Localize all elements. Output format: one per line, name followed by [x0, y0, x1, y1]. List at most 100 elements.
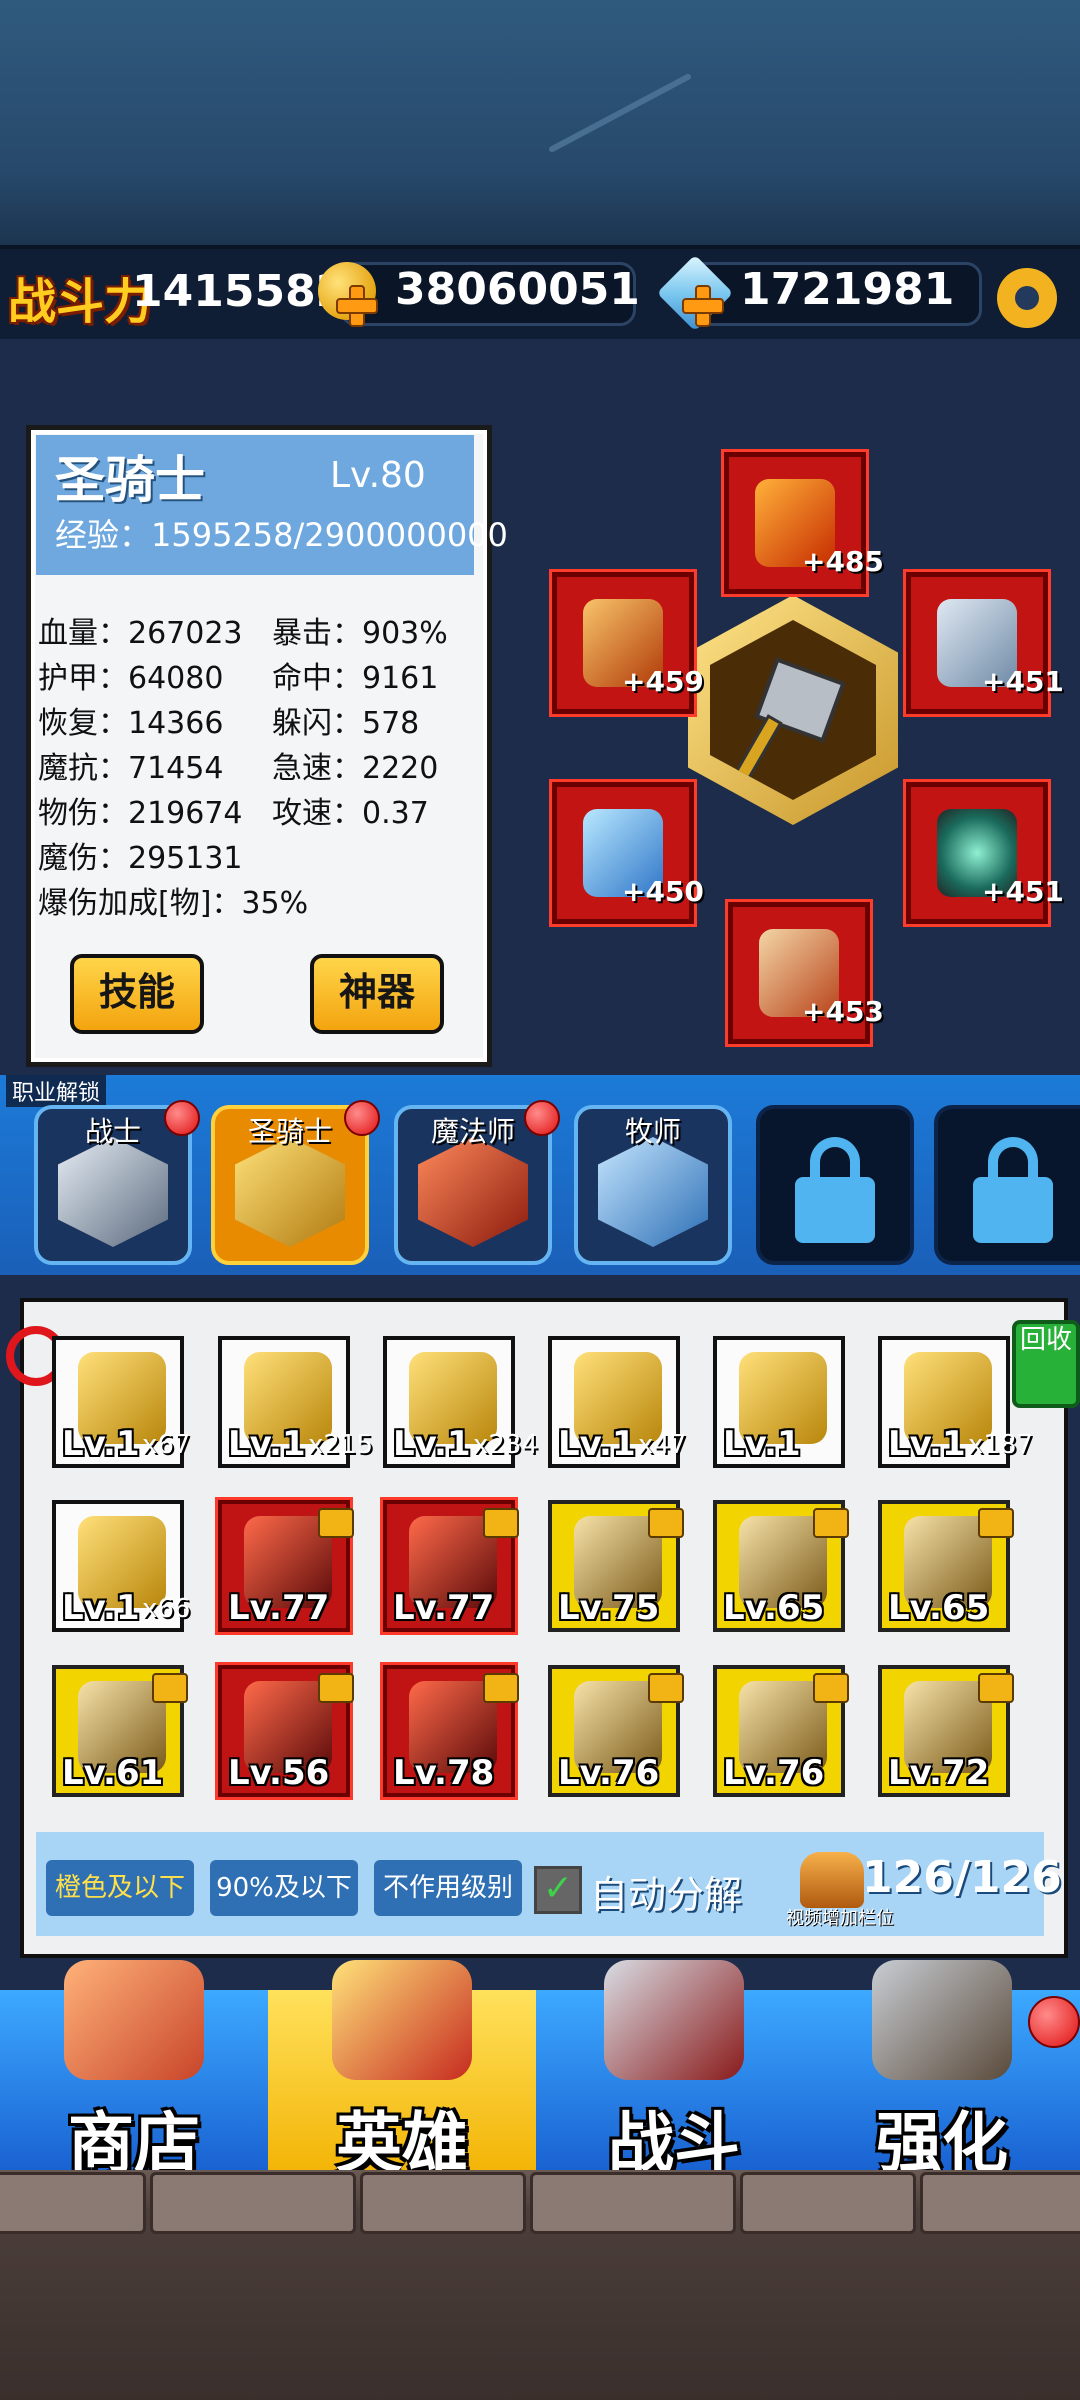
inventory-item[interactable]: Lv.65 — [878, 1500, 1014, 1632]
inventory-item[interactable]: Lv.56 — [218, 1665, 354, 1797]
lock-icon — [483, 1673, 519, 1703]
shop-icon — [64, 1960, 204, 2080]
power-label: 战斗力 — [8, 274, 153, 330]
armor-bonus: +459 — [622, 665, 704, 698]
weapon-bonus: +451 — [982, 665, 1064, 698]
item-level: Lv.1 — [62, 1424, 140, 1464]
inventory-item[interactable]: Lv.61 — [52, 1665, 188, 1797]
notification-dot — [1028, 1996, 1080, 2048]
item-level: Lv.72 — [888, 1753, 990, 1793]
notification-dot — [524, 1100, 560, 1136]
stat-regen: 恢复：14366 — [38, 706, 224, 741]
auto-decompose-label: 自动分解 — [590, 1873, 743, 1917]
gold-value: 38060051 — [395, 264, 640, 315]
inventory-item[interactable]: Lv.1 x67 — [52, 1336, 190, 1468]
inventory-capacity: 126/126 — [862, 1852, 1062, 1903]
item-level: Lv.77 — [393, 1588, 495, 1628]
class-unlock-label: 职业解锁 — [6, 1075, 107, 1107]
item-level: Lv.76 — [558, 1753, 660, 1793]
lock-icon — [318, 1673, 354, 1703]
stat-atk-speed: 攻速：0.37 — [272, 796, 429, 831]
hero-level: Lv.80 — [330, 455, 426, 496]
lock-icon — [648, 1508, 684, 1538]
inventory-item[interactable]: Lv.1 x66 — [52, 1500, 190, 1632]
item-level: Lv.1 — [393, 1424, 471, 1464]
item-level: Lv.65 — [888, 1588, 990, 1628]
item-count: x67 — [142, 1430, 191, 1460]
paladin-icon — [235, 1137, 345, 1247]
class-tab-locked-2[interactable] — [934, 1105, 1080, 1265]
hero-name: 圣骑士 — [55, 451, 205, 509]
stat-magic-dmg: 魔伤：295131 — [38, 841, 243, 876]
item-level: Lv.1 — [558, 1424, 636, 1464]
inventory-item[interactable]: Lv.77 — [218, 1500, 354, 1632]
backpack-icon[interactable] — [800, 1852, 864, 1908]
settings-gear-icon[interactable] — [997, 268, 1057, 328]
inventory-item[interactable]: Lv.1 x215 — [218, 1336, 373, 1468]
stat-magic-resist: 魔抗：71454 — [38, 751, 224, 786]
lock-icon — [483, 1508, 519, 1538]
item-level: Lv.1 — [62, 1588, 140, 1628]
inventory-item[interactable]: Lv.75 — [548, 1500, 684, 1632]
notification-dot — [164, 1100, 200, 1136]
diamond-value: 1721981 — [740, 264, 955, 315]
inventory-item[interactable]: Lv.1 x234 — [383, 1336, 538, 1468]
video-add-slots-label[interactable]: 视频增加栏位 — [786, 1904, 894, 1930]
inventory-item[interactable]: Lv.77 — [383, 1500, 519, 1632]
item-count: x234 — [473, 1430, 539, 1460]
lock-icon — [152, 1673, 188, 1703]
boots-bonus: +453 — [802, 995, 884, 1028]
item-level: Lv.1 — [888, 1424, 966, 1464]
item-level: Lv.75 — [558, 1588, 660, 1628]
warrior-icon — [58, 1137, 168, 1247]
mage-icon — [418, 1137, 528, 1247]
helmet-bonus: +485 — [802, 545, 884, 578]
notification-dot — [344, 1100, 380, 1136]
hero-exp: 经验：1595258/2900000000 — [55, 516, 508, 554]
stat-dodge: 躲闪：578 — [272, 706, 420, 741]
filter-ignore-level[interactable]: 不作用级别 — [374, 1860, 522, 1916]
item-count: x47 — [638, 1430, 687, 1460]
amulet-bonus: +450 — [622, 875, 704, 908]
artifact-button[interactable]: 神器 — [310, 954, 444, 1034]
upgrade-icon — [872, 1960, 1012, 2080]
battle-icon — [604, 1960, 744, 2080]
lock-icon — [978, 1673, 1014, 1703]
item-count: x66 — [142, 1594, 191, 1624]
inventory-item[interactable]: Lv.65 — [713, 1500, 849, 1632]
inventory-item[interactable]: Lv.1 x187 — [878, 1336, 1033, 1468]
item-level: Lv.1 — [228, 1424, 306, 1464]
lock-icon — [318, 1508, 354, 1538]
class-label-paladin: 圣骑士 — [247, 1115, 332, 1148]
inventory-item[interactable]: Lv.76 — [548, 1665, 684, 1797]
stat-armor: 护甲：64080 — [38, 661, 224, 696]
lock-icon — [813, 1508, 849, 1538]
item-level: Lv.61 — [62, 1753, 164, 1793]
skill-button[interactable]: 技能 — [70, 954, 204, 1034]
lock-icon — [648, 1673, 684, 1703]
item-level: Lv.77 — [228, 1588, 330, 1628]
item-level: Lv.65 — [723, 1588, 825, 1628]
add-gold-button[interactable] — [336, 285, 378, 327]
item-level: Lv.78 — [393, 1753, 495, 1793]
add-diamond-button[interactable] — [682, 285, 724, 327]
item-count: x187 — [968, 1430, 1034, 1460]
inventory-item[interactable]: Lv.76 — [713, 1665, 849, 1797]
inventory-item[interactable]: Lv.1 — [713, 1336, 845, 1468]
inventory-item[interactable]: Lv.1 x47 — [548, 1336, 686, 1468]
auto-decompose-checkbox[interactable]: ✓ — [534, 1866, 582, 1914]
inventory-item[interactable]: Lv.72 — [878, 1665, 1014, 1797]
stat-phys-dmg: 物伤：219674 — [38, 796, 243, 831]
stat-crit-dmg: 爆伤加成[物]：35% — [38, 886, 309, 921]
filter-90-below[interactable]: 90%及以下 — [210, 1860, 358, 1916]
item-count: x215 — [308, 1430, 374, 1460]
stat-hp: 血量：267023 — [38, 616, 243, 651]
inventory-item[interactable]: Lv.78 — [383, 1665, 519, 1797]
priest-icon — [598, 1137, 708, 1247]
stat-haste: 急速：2220 — [272, 751, 439, 786]
lock-icon — [978, 1508, 1014, 1538]
item-level: Lv.56 — [228, 1753, 330, 1793]
recycle-button[interactable]: 回收 — [1012, 1320, 1080, 1408]
filter-orange-below[interactable]: 橙色及以下 — [46, 1860, 194, 1916]
class-tab-locked-1[interactable] — [756, 1105, 914, 1265]
